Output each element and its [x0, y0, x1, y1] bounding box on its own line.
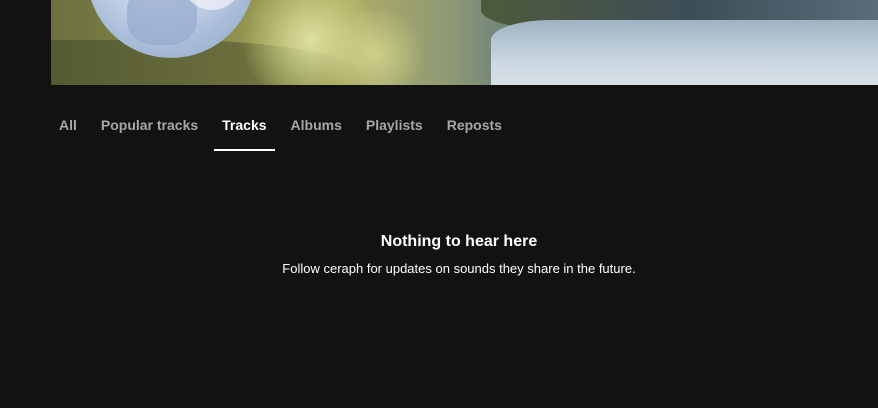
banner-water — [491, 20, 878, 85]
profile-header-banner — [51, 0, 878, 85]
tab-tracks[interactable]: Tracks — [214, 110, 275, 151]
empty-state-subtitle: Follow ᴄeraph for updates on sounds they… — [282, 261, 636, 276]
tab-albums[interactable]: Albums — [283, 110, 350, 151]
tab-playlists[interactable]: Playlists — [358, 110, 431, 151]
avatar-shape — [127, 0, 197, 45]
banner-light-glow — [321, 10, 431, 85]
tab-all[interactable]: All — [51, 110, 85, 151]
profile-tabs: All Popular tracks Tracks Albums Playlis… — [51, 110, 518, 152]
empty-state: Nothing to hear here Follow ᴄeraph for u… — [0, 233, 878, 276]
empty-state-title: Nothing to hear here — [380, 233, 538, 250]
tab-reposts[interactable]: Reposts — [439, 110, 510, 151]
tab-popular-tracks[interactable]: Popular tracks — [93, 110, 206, 151]
